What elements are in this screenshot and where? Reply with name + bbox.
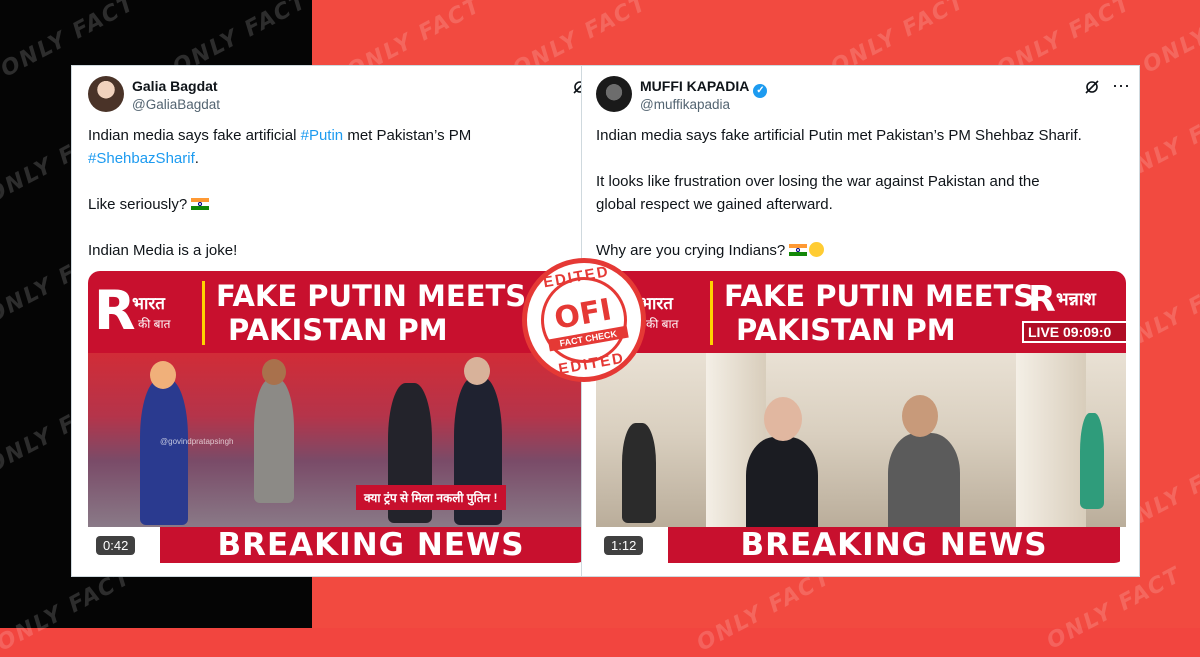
- avatar[interactable]: [88, 76, 124, 112]
- tweet-text-segment: Indian media says fake artificial: [88, 127, 301, 144]
- hashtag-link[interactable]: #Putin: [301, 127, 344, 144]
- news-headline: FAKE PUTIN MEETS PAKISTAN PM: [216, 271, 526, 347]
- video-player[interactable]: R भारत की बात FAKE PUTIN MEETS PAKISTAN …: [88, 271, 588, 563]
- person-figure: [622, 423, 656, 523]
- tweet-paragraph: global respect we gained afterward.: [596, 196, 833, 213]
- person-figure: [1080, 413, 1104, 509]
- person-head: [902, 395, 938, 437]
- headline-line: PAKISTAN PM: [736, 313, 956, 347]
- author-name[interactable]: Galia Bagdat: [132, 78, 218, 94]
- breaking-news-bar: BREAKING NEWS: [596, 527, 1126, 563]
- news-banner: R भारत की बात FAKE PUTIN MEETS PAKISTAN …: [596, 271, 1126, 353]
- breaking-news-text: BREAKING NEWS: [160, 527, 582, 563]
- tweet-paragraph: It looks like frustration over losing th…: [596, 173, 1040, 190]
- person-figure: [746, 437, 818, 533]
- pillar: [1016, 353, 1086, 533]
- person-head: [464, 357, 490, 385]
- author-handle[interactable]: @GaliaBagdat: [132, 97, 220, 112]
- grok-icon[interactable]: [1084, 79, 1100, 95]
- tweet-text: Indian media says fake artificial #Putin…: [88, 124, 471, 262]
- video-duration: 1:12: [604, 536, 644, 555]
- tweet-text-segment: Like seriously?: [88, 196, 188, 213]
- breaking-news-bar: BREAKING NEWS: [88, 527, 588, 563]
- person-figure: [254, 379, 294, 503]
- live-indicator: R भन्नाश LIVE 09:09:0: [1022, 279, 1126, 345]
- author-name-text: MUFFI KAPADIA: [640, 78, 750, 94]
- tweet-paragraph: Indian media says fake artificial Putin …: [596, 127, 1082, 144]
- channel-logo: R भारत की बात: [94, 279, 198, 343]
- video-frame: @govindpratapsingh क्या ट्रंप से मिला नक…: [88, 353, 588, 533]
- video-player[interactable]: R भारत की बात FAKE PUTIN MEETS PAKISTAN …: [596, 271, 1126, 563]
- tweet-text-segment: Why are you crying Indians?: [596, 242, 786, 259]
- headline-line: FAKE PUTIN MEETS: [216, 279, 527, 313]
- author-name[interactable]: MUFFI KAPADIA ✓: [640, 78, 768, 98]
- video-frame: [596, 353, 1126, 533]
- india-flag-icon: [191, 198, 210, 210]
- author-handle[interactable]: @muffikapadia: [640, 97, 730, 112]
- person-head: [764, 397, 802, 441]
- breaking-news-text: BREAKING NEWS: [668, 527, 1120, 563]
- person-head: [150, 361, 176, 389]
- live-clock: LIVE 09:09:0: [1022, 321, 1126, 343]
- video-watermark: @govindpratapsingh: [160, 437, 234, 446]
- logo-letter: R: [94, 279, 136, 342]
- hashtag-link[interactable]: #ShehbazSharif: [88, 150, 195, 167]
- logo-text: भारत: [132, 294, 165, 313]
- tweet-text-segment: met Pakistan’s PM: [343, 127, 472, 144]
- divider: [710, 281, 713, 345]
- video-duration: 0:42: [96, 536, 136, 555]
- headline-line: FAKE PUTIN MEETS: [724, 279, 1035, 313]
- tweet-text: Indian media says fake artificial Putin …: [596, 124, 1082, 262]
- person-figure: [140, 379, 188, 525]
- logo-subtext: की बात: [646, 317, 679, 331]
- verified-badge-icon: ✓: [753, 84, 768, 98]
- news-headline: FAKE PUTIN MEETS PAKISTAN PM: [724, 271, 1034, 347]
- news-banner: R भारत की बात FAKE PUTIN MEETS PAKISTAN …: [88, 271, 588, 353]
- person-figure: [888, 433, 960, 533]
- india-flag-icon: [789, 244, 808, 256]
- lower-third-caption: क्या ट्रंप से मिला नकली पुतिन !: [356, 485, 506, 510]
- tweet-text-segment: .: [194, 150, 199, 167]
- headline-line: PAKISTAN PM: [228, 313, 448, 347]
- live-logo-letter: R: [1028, 279, 1056, 320]
- tweet-text-segment: Indian Media is a joke!: [88, 242, 238, 259]
- divider: [202, 281, 205, 345]
- person-head: [262, 359, 286, 385]
- live-channel-name: भन्नाश: [1056, 289, 1096, 309]
- tweet-card-right[interactable]: MUFFI KAPADIA ✓ @muffikapadia ⋯ Indian me…: [581, 65, 1140, 577]
- logo-subtext: की बात: [138, 317, 171, 331]
- laughing-face-icon: [809, 242, 825, 257]
- avatar[interactable]: [596, 76, 632, 112]
- more-options-icon[interactable]: ⋯: [1112, 76, 1131, 97]
